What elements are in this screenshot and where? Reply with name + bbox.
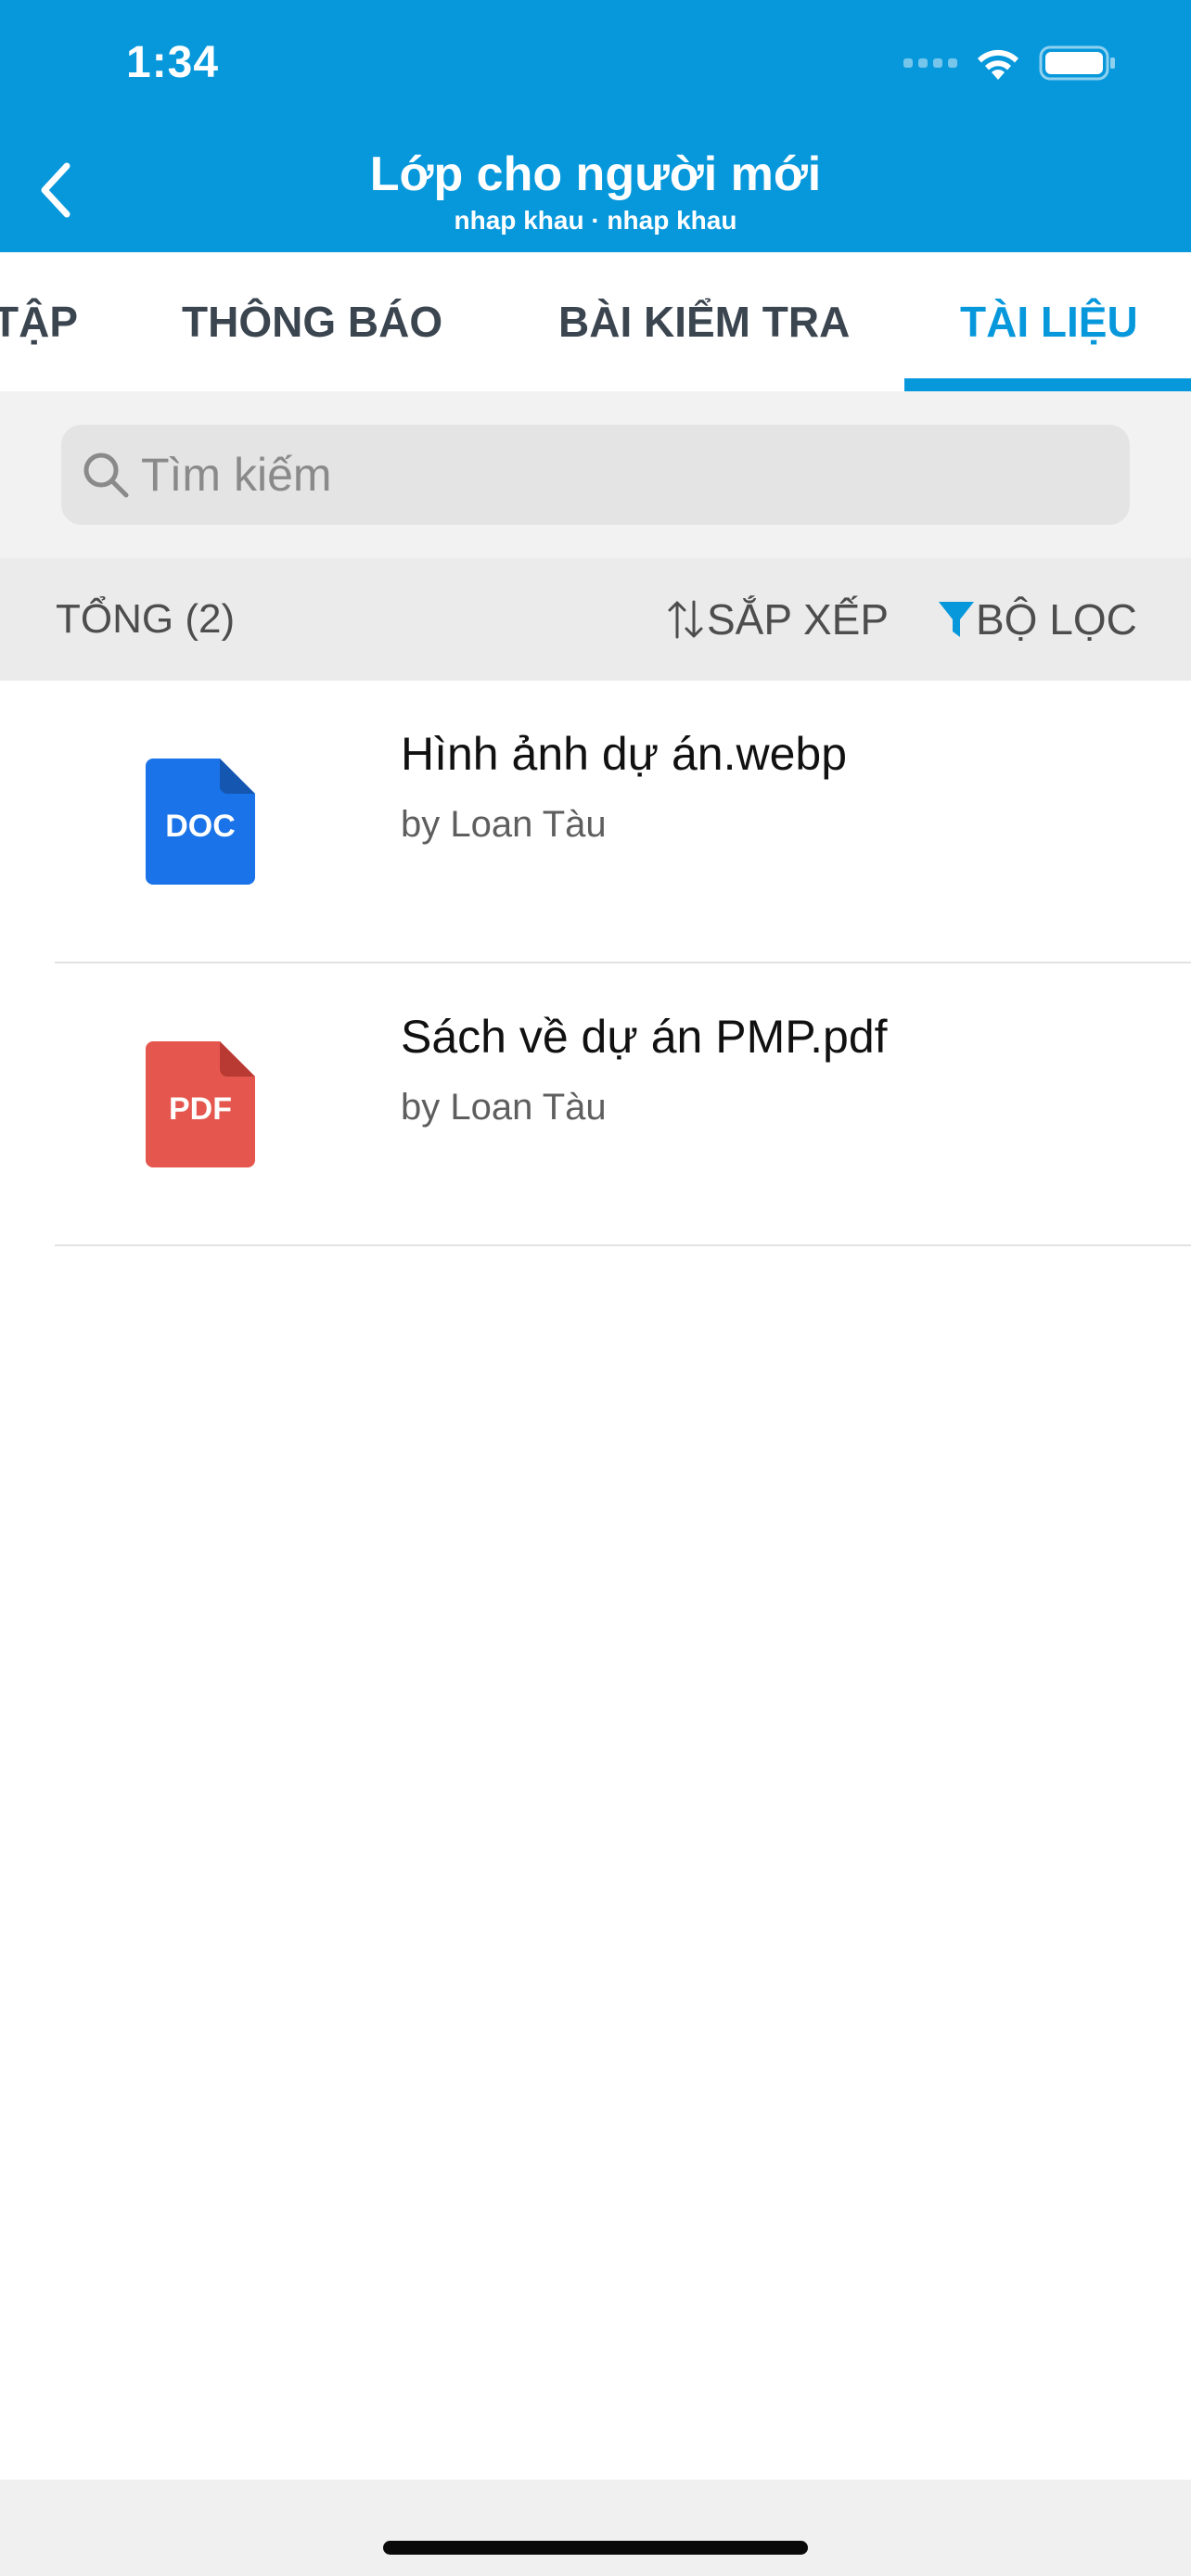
file-author: by Loan Tàu	[401, 804, 607, 845]
tab-documents[interactable]: TÀI LIỆU	[960, 252, 1138, 391]
total-count: TỔNG (2)	[56, 596, 236, 642]
search-icon	[82, 451, 130, 499]
file-name: Hình ảnh dự án.webp	[401, 728, 848, 780]
tab-bar: TẬP THÔNG BÁO BÀI KIỂM TRA TÀI LIỆU	[0, 252, 1191, 391]
search-box[interactable]	[61, 425, 1130, 525]
list-item[interactable]: PDF Sách về dự án PMP.pdf by Loan Tàu	[0, 963, 1191, 1246]
list-item[interactable]: DOC Hình ảnh dự án.webp by Loan Tàu	[0, 681, 1191, 963]
pdf-file-icon: PDF	[146, 1041, 255, 1167]
tab-announcements[interactable]: THÔNG BÁO	[182, 252, 442, 391]
active-tab-indicator	[904, 378, 1191, 391]
tab-exercises[interactable]: TẬP	[0, 252, 78, 391]
cellular-signal-icon	[903, 58, 957, 68]
search-section	[0, 391, 1191, 558]
document-list: DOC Hình ảnh dự án.webp by Loan Tàu PDF …	[0, 681, 1191, 1246]
doc-type-label: DOC	[165, 809, 236, 844]
sort-button[interactable]: SẮP XẾP	[664, 558, 889, 681]
row-divider	[55, 1244, 1191, 1246]
list-toolbar: TỔNG (2) SẮP XẾP BỘ LỌC	[0, 558, 1191, 681]
bottom-safe-area	[0, 2480, 1191, 2576]
battery-icon	[1039, 45, 1115, 81]
tab-tests[interactable]: BÀI KIỂM TRA	[558, 252, 850, 391]
file-name: Sách về dự án PMP.pdf	[401, 1011, 888, 1063]
file-author: by Loan Tàu	[401, 1087, 607, 1128]
filter-funnel-icon	[939, 602, 974, 637]
status-icons	[903, 45, 1117, 82]
app-header: 1:34 Lớp cho người mới nhap khau · nhap …	[0, 0, 1191, 252]
search-input[interactable]	[141, 448, 1069, 502]
page-subtitle: nhap khau · nhap khau	[454, 206, 737, 235]
filter-button[interactable]: BỘ LỌC	[937, 558, 1137, 681]
sort-arrows-icon	[668, 600, 703, 639]
filter-label: BỘ LỌC	[976, 595, 1137, 644]
doc-file-icon: DOC	[146, 759, 255, 885]
wifi-icon	[978, 49, 1018, 80]
home-indicator[interactable]	[383, 2541, 808, 2555]
sort-label: SẮP XẾP	[707, 595, 890, 644]
status-time: 1:34	[126, 38, 220, 87]
pdf-type-label: PDF	[169, 1091, 232, 1127]
page-title: Lớp cho người mới	[369, 147, 822, 201]
